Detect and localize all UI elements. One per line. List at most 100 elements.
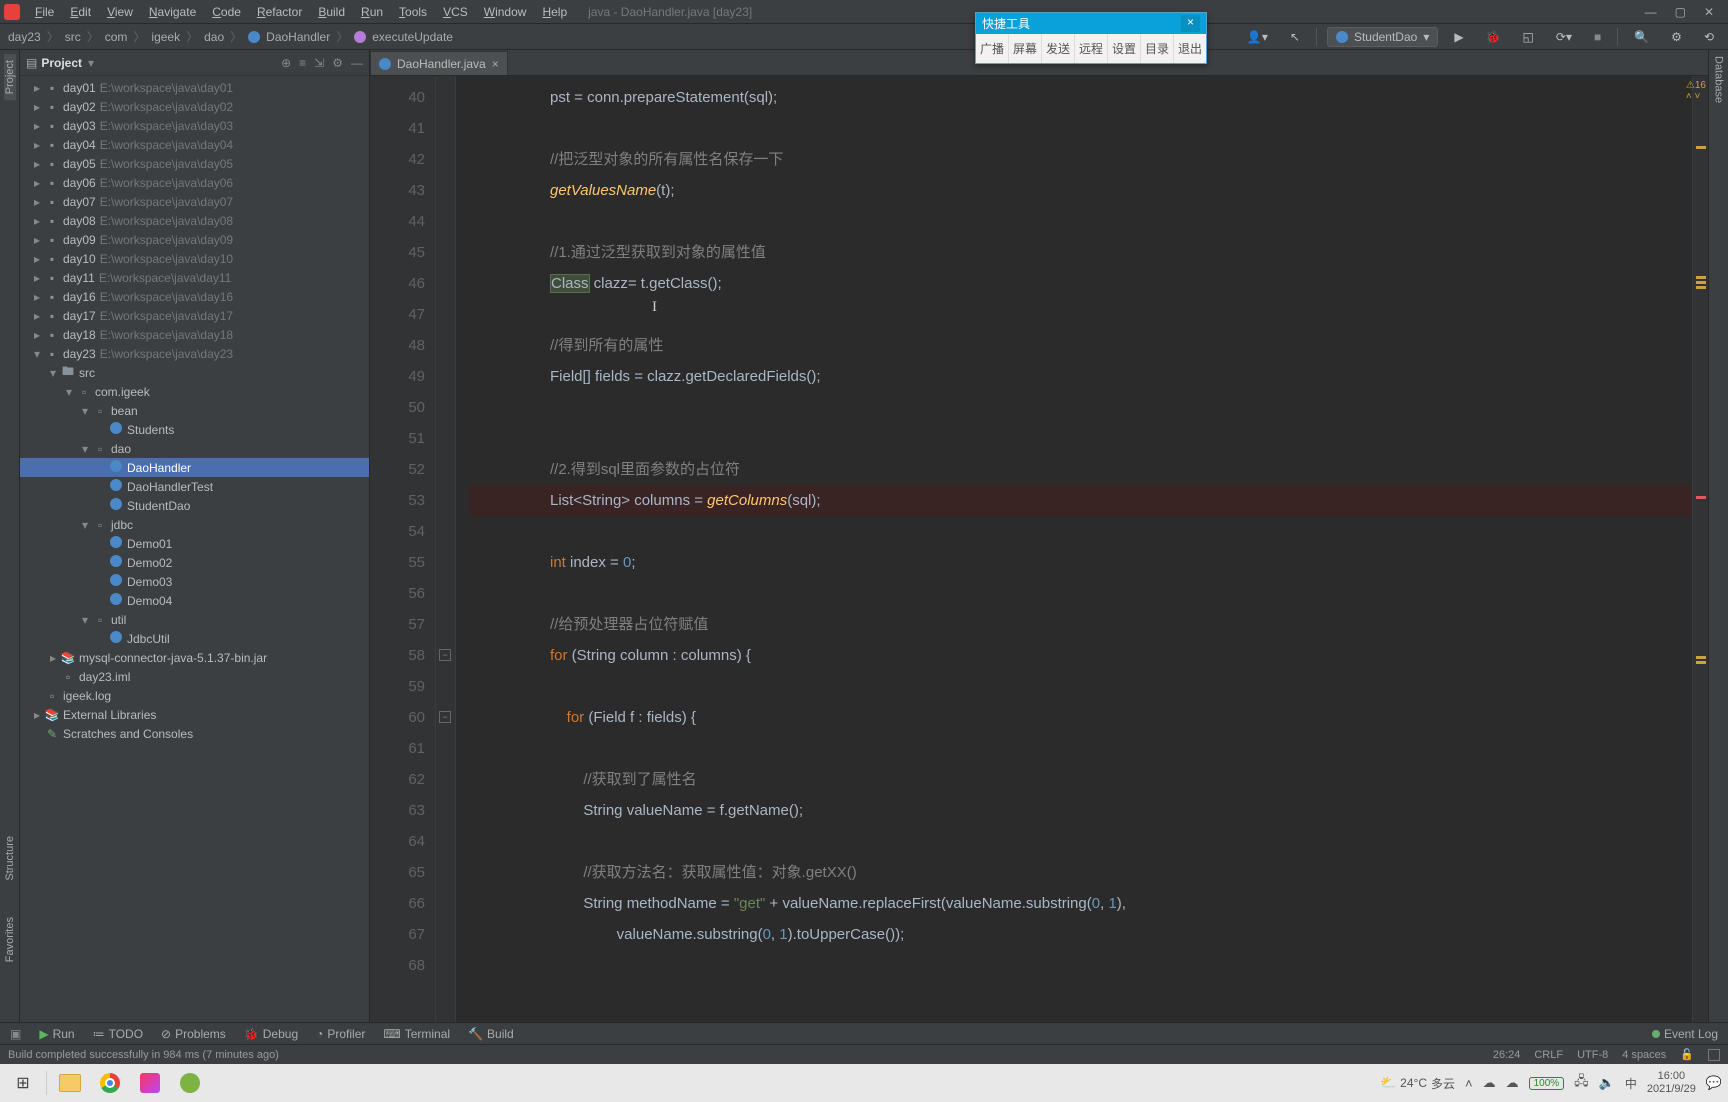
code-line[interactable]: String valueName = f.getName();	[470, 795, 1692, 826]
tree-twisty-icon[interactable]: ▸	[30, 214, 44, 228]
tree-row[interactable]: ▸▪day08E:\workspace\java\day08	[20, 211, 369, 230]
file-encoding[interactable]: UTF-8	[1577, 1049, 1608, 1061]
code-line[interactable]	[470, 671, 1692, 702]
breadcrumb-item[interactable]: DaoHandler	[266, 30, 330, 44]
battery-indicator[interactable]: 100%	[1529, 1077, 1565, 1090]
tree-row[interactable]: ▸📚mysql-connector-java-5.1.37-bin.jar	[20, 648, 369, 667]
breadcrumb-item[interactable]: igeek	[151, 30, 180, 44]
toolwin-build[interactable]: 🔨Build	[468, 1027, 514, 1041]
toolwin-toggle-icon[interactable]: ▣	[10, 1027, 21, 1041]
tray-chevron-up-icon[interactable]: ˄	[1465, 1076, 1473, 1091]
tree-row[interactable]: ▸▪day01E:\workspace\java\day01	[20, 78, 369, 97]
tray-ime[interactable]: 中	[1625, 1075, 1637, 1092]
tree-row[interactable]: JdbcUtil	[20, 629, 369, 648]
run-config-selector[interactable]: StudentDao ▾	[1327, 27, 1438, 47]
tray-notifications-icon[interactable]: 💬	[1706, 1075, 1722, 1091]
tree-row[interactable]: ▸▪day09E:\workspace\java\day09	[20, 230, 369, 249]
tree-row[interactable]: ▸▪day05E:\workspace\java\day05	[20, 154, 369, 173]
weather-widget[interactable]: ⛅ 24°C 多云	[1380, 1075, 1455, 1092]
line-number[interactable]: 46	[370, 268, 425, 299]
line-number[interactable]: 64	[370, 826, 425, 857]
code-line[interactable]: //2.得到sql里面参数的占位符	[470, 454, 1692, 485]
user-icon[interactable]: 👤▾	[1241, 28, 1274, 46]
line-number[interactable]: 40	[370, 82, 425, 113]
fold-icon[interactable]: −	[439, 711, 451, 723]
tree-twisty-icon[interactable]: ▾	[30, 347, 44, 361]
quicktool-item[interactable]: 广播	[976, 34, 1009, 63]
tree-row[interactable]: DaoHandler	[20, 458, 369, 477]
taskbar-green-app[interactable]	[173, 1068, 207, 1098]
code-line[interactable]: //1.通过泛型获取到对象的属性值	[470, 237, 1692, 268]
quick-tool-close-icon[interactable]: ×	[1181, 15, 1200, 32]
code-line[interactable]	[470, 950, 1692, 981]
code-line[interactable]: getValuesName(t);	[470, 175, 1692, 206]
profile-button[interactable]: ⟳▾	[1550, 28, 1578, 46]
line-number[interactable]: 60	[370, 702, 425, 733]
line-separator[interactable]: CRLF	[1534, 1049, 1563, 1061]
fold-icon[interactable]: −	[439, 649, 451, 661]
code-line[interactable]: for (Field f : fields) {	[470, 702, 1692, 733]
code-editor[interactable]: 4041424344454647484950515253545556575859…	[370, 76, 1708, 1022]
rail-favorites[interactable]: Favorites	[4, 911, 16, 968]
tree-twisty-icon[interactable]: ▸	[30, 81, 44, 95]
breadcrumb-item[interactable]: day23	[8, 30, 41, 44]
start-button[interactable]: ⊞	[6, 1068, 40, 1098]
line-number[interactable]: 44	[370, 206, 425, 237]
taskbar-chrome[interactable]	[93, 1068, 127, 1098]
tree-row[interactable]: ▸▪day04E:\workspace\java\day04	[20, 135, 369, 154]
code-line[interactable]	[470, 113, 1692, 144]
gear-icon[interactable]: ⚙	[332, 56, 343, 70]
tree-row[interactable]: ▾▪day23E:\workspace\java\day23	[20, 344, 369, 363]
line-number[interactable]: 54	[370, 516, 425, 547]
menu-build[interactable]: Build	[311, 3, 352, 21]
back-icon[interactable]: ↖	[1284, 28, 1306, 46]
code-line[interactable]	[470, 516, 1692, 547]
tree-twisty-icon[interactable]: ▸	[30, 195, 44, 209]
line-number[interactable]: 45	[370, 237, 425, 268]
tree-twisty-icon[interactable]: ▸	[30, 138, 44, 152]
code-line[interactable]: for (String column : columns) {	[470, 640, 1692, 671]
code-line[interactable]	[470, 826, 1692, 857]
maximize-icon[interactable]: ▢	[1675, 5, 1686, 19]
tree-row[interactable]: ✎Scratches and Consoles	[20, 724, 369, 743]
tree-row[interactable]: ▸📚External Libraries	[20, 705, 369, 724]
line-number[interactable]: 57	[370, 609, 425, 640]
tray-cloud-icon[interactable]: ☁	[1483, 1075, 1496, 1091]
code-line[interactable]: //给预处理器占位符赋值	[470, 609, 1692, 640]
line-number[interactable]: 51	[370, 423, 425, 454]
menu-help[interactable]: Help	[535, 3, 574, 21]
caret-position[interactable]: 26:24	[1493, 1049, 1521, 1061]
code-line[interactable]: pst = conn.prepareStatement(sql);	[470, 82, 1692, 113]
code-line[interactable]: //获取方法名：获取属性值：对象.getXX()	[470, 857, 1692, 888]
line-number[interactable]: 42	[370, 144, 425, 175]
line-number[interactable]: 53	[370, 485, 425, 516]
code-line[interactable]	[470, 578, 1692, 609]
tree-twisty-icon[interactable]: ▾	[78, 404, 92, 418]
code-line[interactable]	[470, 423, 1692, 454]
tree-twisty-icon[interactable]: ▸	[30, 328, 44, 342]
line-number[interactable]: 55	[370, 547, 425, 578]
breadcrumb-item[interactable]: executeUpdate	[372, 30, 453, 44]
line-number[interactable]: 48	[370, 330, 425, 361]
line-number[interactable]: 56	[370, 578, 425, 609]
tree-twisty-icon[interactable]: ▾	[46, 366, 60, 380]
tree-twisty-icon[interactable]: ▸	[30, 290, 44, 304]
quicktool-item[interactable]: 退出	[1174, 34, 1206, 63]
tree-row[interactable]: ▸▪day17E:\workspace\java\day17	[20, 306, 369, 325]
tree-row[interactable]: ▫day23.iml	[20, 667, 369, 686]
tree-twisty-icon[interactable]: ▾	[78, 518, 92, 532]
line-number[interactable]: 52	[370, 454, 425, 485]
line-number[interactable]: 63	[370, 795, 425, 826]
code-line[interactable]: List<String> columns = getColumns(sql);	[470, 485, 1692, 516]
code-line[interactable]: valueName.substring(0, 1).toUpperCase())…	[470, 919, 1692, 950]
tree-row[interactable]: ▾▫dao	[20, 439, 369, 458]
coverage-button[interactable]: ◱	[1517, 28, 1540, 46]
inspection-icon[interactable]	[1708, 1048, 1720, 1060]
line-number[interactable]: 50	[370, 392, 425, 423]
rail-database[interactable]: Database	[1713, 56, 1725, 1022]
tree-twisty-icon[interactable]: ▸	[30, 309, 44, 323]
toolwin-run[interactable]: ▶Run	[39, 1027, 74, 1041]
line-number[interactable]: 49	[370, 361, 425, 392]
toolwin-todo[interactable]: ≔TODO	[93, 1027, 143, 1041]
tab-daohandler[interactable]: DaoHandler.java ×	[370, 51, 508, 75]
